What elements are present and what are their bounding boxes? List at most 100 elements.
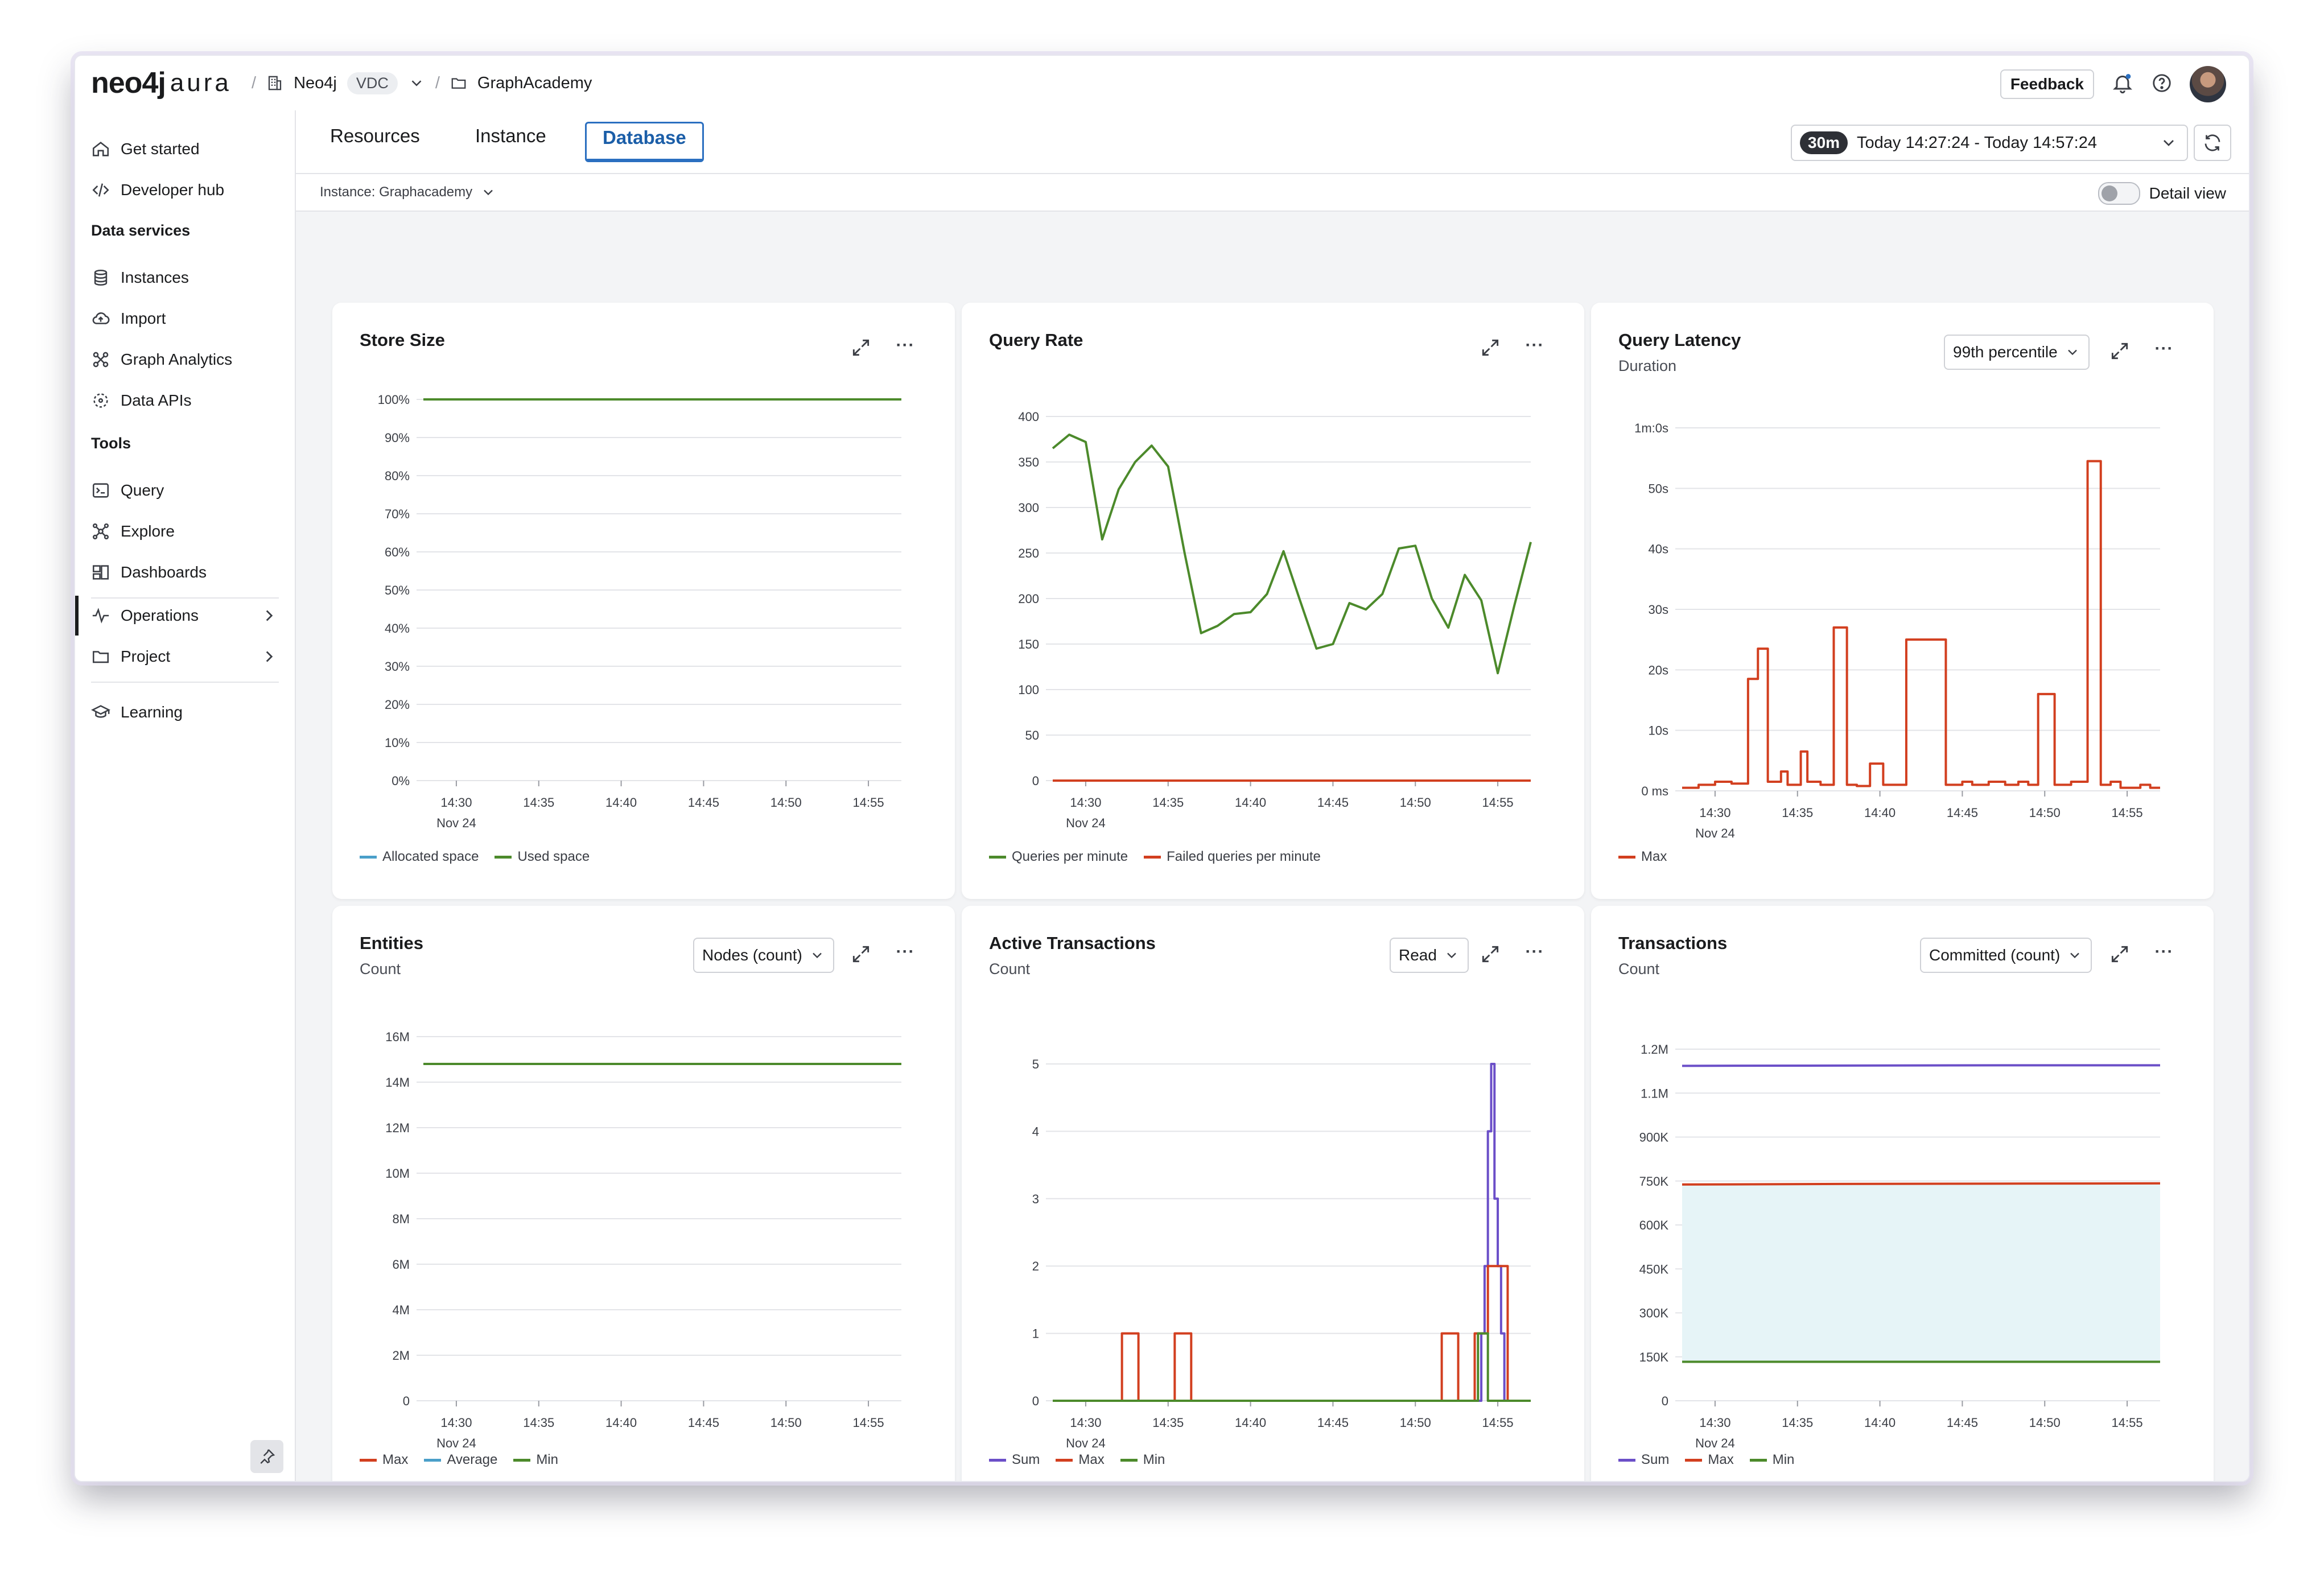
legend-item[interactable]: Used space (495, 849, 590, 865)
legend-label: Max (382, 1452, 409, 1467)
x-tick-label: 14:30 (1070, 795, 1101, 810)
x-tick-label: 14:40 (1864, 1416, 1896, 1430)
y-tick-label: 16M (385, 1030, 410, 1044)
project-name[interactable]: GraphAcademy (477, 74, 592, 93)
min-max-band (1682, 1183, 2160, 1362)
x-tick-label: 14:30 (1699, 806, 1730, 820)
y-tick-label: 250 (1018, 546, 1039, 560)
legend-item[interactable]: Min (1120, 1452, 1165, 1468)
chart: 100% 90% 80% 70% 60% 50% 40% 30% 20% 10% 0% 14:30 No… (378, 393, 901, 830)
sidebar-item-query[interactable]: Query (91, 478, 164, 503)
legend-item[interactable]: Failed queries per minute (1144, 849, 1321, 865)
sidebar-item-developer-hub[interactable]: Developer hub (91, 178, 224, 203)
y-tick-label: 40s (1649, 542, 1668, 556)
sidebar-item-label: Operations (121, 607, 199, 624)
refresh-icon (2204, 134, 2220, 151)
feedback-button[interactable]: Feedback (2000, 69, 2094, 99)
sidebar-item-operations[interactable]: Operations (91, 603, 279, 628)
legend-item[interactable]: Allocated space (360, 849, 479, 865)
top-bar: neo4j aura / Neo4j VDC / GraphAcademy Fe… (75, 56, 2249, 112)
logo-main: neo4j (91, 67, 166, 100)
sidebar-item-project[interactable]: Project (91, 644, 279, 669)
legend-item[interactable]: Max (1056, 1452, 1105, 1468)
x-date-label: Nov 24 (1066, 816, 1106, 830)
x-tick-label: 14:35 (1152, 795, 1184, 810)
chevron-down-icon[interactable] (408, 75, 425, 92)
sidebar-item-learning[interactable]: Learning (91, 700, 183, 725)
sidebar-item-get-started[interactable]: Get started (91, 137, 200, 162)
x-tick-label: 14:35 (1152, 1416, 1184, 1430)
sidebar-item-explore[interactable]: Explore (91, 519, 175, 544)
chart: 1m:0s 50s 40s 30s 20s 10s 0 ms 14:30 Nov 24 14:35… (1634, 421, 2160, 840)
legend-swatch (1685, 1458, 1703, 1462)
section-tools: Tools (91, 435, 131, 452)
legend-item[interactable]: Max (1685, 1452, 1734, 1468)
sidebar-item-import[interactable]: Import (91, 306, 166, 331)
pin-sidebar-button[interactable] (250, 1440, 283, 1473)
tab-resources[interactable]: Resources (330, 125, 420, 147)
y-tick-label: 150K (1639, 1350, 1669, 1364)
instance-select[interactable]: Instance: Graphacademy (320, 184, 496, 200)
sidebar-item-instances[interactable]: Instances (91, 265, 189, 290)
legend-item[interactable]: Queries per minute (989, 849, 1128, 865)
y-tick-label: 60% (385, 545, 410, 559)
avatar[interactable] (2190, 66, 2226, 102)
legend-label: Min (1772, 1452, 1795, 1467)
legend-label: Sum (1012, 1452, 1040, 1467)
time-range-select[interactable]: 30m Today 14:27:24 - Today 14:57:24 (1791, 125, 2188, 161)
y-tick-label: 4 (1032, 1124, 1039, 1138)
sidebar-item-label: Dashboards (121, 563, 207, 581)
legend-item[interactable]: Max (1618, 849, 1667, 865)
sidebar-item-graph-analytics[interactable]: Graph Analytics (91, 347, 232, 372)
legend-item[interactable]: Sum (1618, 1452, 1669, 1468)
legend-item[interactable]: Average (424, 1452, 497, 1468)
metric-card-query-latency: Query Latency Duration 99th percentile ··· 1… (1591, 303, 2214, 899)
detail-view-toggle[interactable] (2098, 182, 2140, 205)
database-icon (94, 269, 108, 286)
tab-database[interactable]: Database (585, 122, 704, 162)
org-name[interactable]: Neo4j (294, 74, 337, 93)
y-tick-label: 450K (1639, 1262, 1669, 1276)
help-icon[interactable] (2151, 72, 2173, 97)
neo4j-aura-logo[interactable]: neo4j aura (91, 67, 232, 100)
y-tick-label: 30% (385, 659, 410, 674)
y-tick-label: 400 (1018, 410, 1039, 424)
x-tick-label: 14:40 (605, 1416, 637, 1430)
y-tick-label: 300 (1018, 501, 1039, 515)
data-api-icon (93, 393, 108, 408)
legend-label: Used space (517, 849, 590, 864)
sidebar-item-dashboards[interactable]: Dashboards (91, 560, 207, 585)
legend-label: Max (1078, 1452, 1105, 1467)
x-tick-label: 14:55 (1482, 795, 1514, 810)
y-tick-label: 100 (1018, 683, 1039, 697)
y-tick-label: 4M (392, 1303, 410, 1317)
chart-legend: Queries per minute Failed queries per min… (989, 849, 1321, 865)
legend-swatch (424, 1458, 442, 1462)
sidebar-item-data-apis[interactable]: Data APIs (91, 388, 192, 413)
x-tick-label: 14:45 (688, 1416, 719, 1430)
explore-icon (92, 523, 109, 540)
legend-item[interactable]: Min (513, 1452, 558, 1468)
y-tick-label: 70% (385, 507, 410, 521)
x-tick-label: 14:40 (1235, 795, 1266, 810)
x-tick-label: 14:35 (523, 795, 554, 810)
y-tick-label: 90% (385, 431, 410, 445)
bell-icon[interactable] (2111, 72, 2134, 97)
series-line-queries-per-minute (1052, 434, 1532, 675)
tab-instance[interactable]: Instance (475, 125, 546, 147)
x-tick-label: 14:55 (853, 1416, 884, 1430)
time-badge: 30m (1800, 131, 1848, 154)
y-tick-label: 50s (1649, 481, 1668, 496)
y-tick-label: 80% (385, 469, 410, 483)
refresh-button[interactable] (2194, 125, 2231, 161)
x-tick-label: 14:45 (1317, 795, 1349, 810)
legend-item[interactable]: Max (360, 1452, 408, 1468)
x-tick-label: 14:35 (1782, 1416, 1813, 1430)
legend-item[interactable]: Min (1749, 1452, 1795, 1468)
active-indicator (75, 596, 79, 636)
y-tick-label: 200 (1018, 592, 1039, 606)
x-tick-label: 14:50 (770, 1416, 802, 1430)
y-tick-label: 1.2M (1641, 1042, 1668, 1057)
legend-item[interactable]: Sum (989, 1452, 1040, 1468)
legend-label: Average (447, 1452, 498, 1467)
